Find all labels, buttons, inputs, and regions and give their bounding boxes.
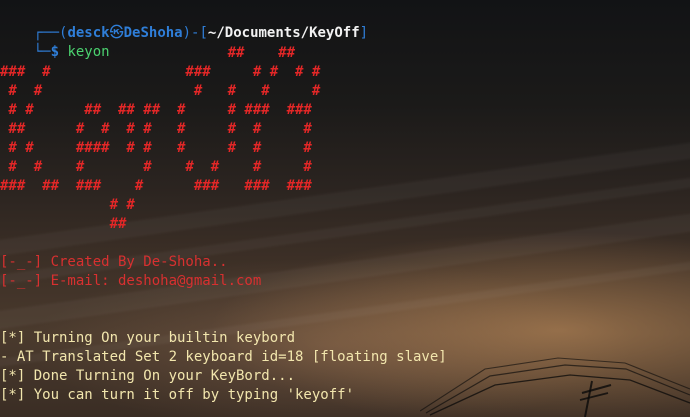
status-line: [*] You can turn it off by typing 'keyof… <box>0 387 355 403</box>
prompt-separator-icon: ㉿ <box>109 25 124 41</box>
status-line: - AT Translated Set 2 keyboard id=18 [fl… <box>0 349 447 365</box>
banner-line: # # #### # # # # # # <box>0 140 312 156</box>
banner-line: ## <box>0 216 127 232</box>
banner-line: # # # # # # # # <box>0 159 312 175</box>
banner-line: # # # # # # <box>0 83 321 99</box>
banner-line: ## ## <box>0 45 296 61</box>
banner-line: # # <box>0 197 135 213</box>
banner-line: ## # # # # # # # # <box>0 121 312 137</box>
banner-line: ### ## ### # ### ### ### <box>0 178 312 194</box>
prompt-host: DeShoha <box>123 25 183 41</box>
credit-line: [-_-] Created By De-Shoha.. <box>0 254 228 270</box>
status-line: [*] Turning On your builtin keybord <box>0 330 296 346</box>
prompt-path: ~/Documents/KeyOff <box>207 25 360 41</box>
credit-line: [-_-] E-mail: deshoha@gmail.com <box>0 273 262 289</box>
prompt-close-bracket: ] <box>359 25 369 41</box>
banner-line: # # ## ## ## # # ### ### <box>0 102 312 118</box>
banner-line: ### # ### # # # # <box>0 64 321 80</box>
terminal-window: ┌──(desck㉿DeShoha)-[~/Documents/KeyOff] … <box>0 0 690 417</box>
prompt-close-paren: )-[ <box>182 25 208 41</box>
status-line: [*] Done Turning On your KeyBord... <box>0 368 296 384</box>
